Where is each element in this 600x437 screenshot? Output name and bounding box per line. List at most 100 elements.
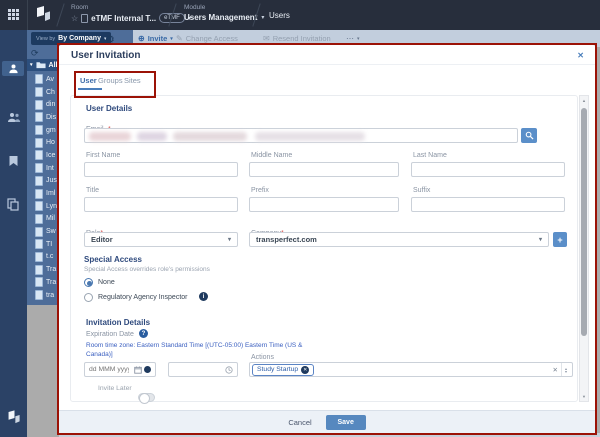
- copy-pages-icon[interactable]: [7, 198, 19, 211]
- file-icon: [35, 201, 43, 211]
- file-icon: [35, 163, 43, 173]
- company-dropdown[interactable]: transperfect.com ▾: [249, 232, 549, 247]
- file-icon: [35, 227, 43, 237]
- middle-name-label: Middle Name: [251, 152, 292, 159]
- tree-item-label: Ch: [46, 89, 55, 96]
- scroll-down-icon[interactable]: ▼: [580, 394, 588, 399]
- expiration-date-label: Expiration Date: [86, 331, 134, 338]
- scroll-spinner[interactable]: ▴ ▾: [561, 363, 570, 376]
- suffix-label: Suffix: [413, 187, 430, 194]
- spinner-down-icon[interactable]: ▾: [565, 370, 567, 373]
- apps-grid-icon[interactable]: [8, 9, 11, 12]
- more-actions-button[interactable]: ⋯ ▾: [346, 34, 360, 43]
- last-name-field[interactable]: [411, 162, 565, 177]
- chevron-down-icon[interactable]: ▾: [261, 14, 264, 21]
- actions-label: Actions: [251, 354, 274, 361]
- bookmark-icon[interactable]: [8, 155, 19, 167]
- remove-tag-icon[interactable]: ✕: [301, 366, 309, 374]
- cancel-button[interactable]: Cancel: [288, 418, 311, 427]
- invite-label: Invite: [148, 34, 168, 43]
- modal-title-divider: [59, 64, 595, 65]
- file-icon: [35, 150, 43, 160]
- scroll-up-icon[interactable]: ▲: [580, 98, 588, 103]
- tree-item-label: gm: [46, 127, 56, 134]
- actions-multiselect[interactable]: Study Startup ✕ ✕ ▴ ▾: [249, 362, 573, 377]
- expiration-date-field[interactable]: [84, 362, 156, 377]
- module-name[interactable]: Users Management: [184, 13, 257, 22]
- pencil-icon: ✎: [176, 34, 183, 43]
- document-icon: [81, 14, 88, 23]
- add-company-button[interactable]: +: [553, 232, 567, 247]
- users-rail-item[interactable]: [2, 61, 24, 76]
- tree-item-label: TI: [46, 241, 52, 248]
- modal-scrollbar[interactable]: ▲ ▼: [579, 95, 589, 402]
- save-button[interactable]: Save: [326, 415, 366, 430]
- groups-icon[interactable]: [7, 112, 21, 123]
- file-icon: [35, 252, 43, 262]
- role-dropdown[interactable]: Editor ▾: [84, 232, 238, 247]
- top-header: Room ☆ eTMF Internal T... eTMF ▾ Module …: [0, 0, 600, 30]
- calendar-icon[interactable]: [134, 366, 142, 374]
- invite-later-toggle[interactable]: [138, 393, 155, 402]
- view-by-dropdown[interactable]: View by By Company ▾: [31, 32, 111, 45]
- expiration-time-field[interactable]: [168, 362, 238, 377]
- company-value: transperfect.com: [256, 235, 317, 244]
- info-icon[interactable]: i: [199, 292, 208, 301]
- app-logo: [34, 4, 54, 26]
- tab-sites[interactable]: Sites: [124, 76, 141, 85]
- chevron-down-icon: ▾: [539, 236, 542, 243]
- email-field[interactable]: [84, 128, 518, 143]
- change-access-label: Change Access: [186, 34, 238, 43]
- tree-item-label: tra: [46, 292, 54, 299]
- date-input[interactable]: [89, 366, 129, 373]
- user-invitation-modal: User Invitation ✕ User Groups Sites User…: [59, 45, 595, 433]
- room-label: Room: [71, 4, 88, 11]
- redacted-text: [255, 132, 365, 141]
- tab-user[interactable]: User: [80, 76, 97, 85]
- prefix-field[interactable]: [249, 197, 399, 212]
- last-name-label: Last Name: [413, 152, 447, 159]
- view-by-label: View by: [36, 36, 55, 42]
- close-icon[interactable]: ✕: [577, 51, 584, 60]
- radio-inspector[interactable]: [84, 293, 93, 302]
- tree-item-label: Dis: [46, 114, 56, 121]
- first-name-label: First Name: [86, 152, 120, 159]
- room-name[interactable]: eTMF Internal T...: [91, 14, 156, 23]
- tree-item-label: Jus: [46, 177, 57, 184]
- tree-item-label: Lyn: [46, 203, 57, 210]
- date-now-icon[interactable]: [144, 366, 151, 373]
- refresh-icon[interactable]: ⟳: [31, 48, 39, 59]
- tab-groups[interactable]: Groups: [98, 76, 123, 85]
- invite-button[interactable]: ⊕ Invite ▾: [138, 34, 173, 43]
- first-name-field[interactable]: [84, 162, 238, 177]
- tree-root-label: All: [49, 62, 58, 69]
- middle-name-field[interactable]: [249, 162, 399, 177]
- file-icon: [35, 265, 43, 275]
- clear-icon[interactable]: ✕: [553, 366, 558, 374]
- file-icon: [35, 138, 43, 148]
- special-access-heading: Special Access: [84, 255, 142, 264]
- help-icon[interactable]: ?: [139, 329, 148, 338]
- title-field[interactable]: [84, 197, 238, 212]
- redacted-text: [173, 132, 247, 141]
- view-by-value: By Company: [58, 35, 101, 42]
- scrollbar-thumb[interactable]: [581, 108, 587, 336]
- tree-item-label: Mil: [46, 215, 55, 222]
- clock-icon[interactable]: [225, 366, 233, 374]
- person-icon: [8, 63, 19, 74]
- suffix-field[interactable]: [411, 197, 565, 212]
- action-tag: Study Startup ✕: [252, 364, 314, 376]
- module-label: Module: [184, 4, 205, 11]
- chevron-down-icon: ▾: [170, 36, 173, 42]
- tab-user-underline: [78, 88, 102, 90]
- modal-scroll-content: User Details Email * First Name Middle N…: [70, 95, 578, 402]
- email-search-button[interactable]: [521, 128, 537, 143]
- module-selector[interactable]: Users Management ▾: [184, 13, 264, 22]
- change-access-button[interactable]: ✎ Change Access: [176, 34, 238, 43]
- title-label: Title: [86, 187, 99, 194]
- tree-expand-icon[interactable]: ▾: [30, 62, 33, 68]
- folder-icon: [36, 61, 46, 69]
- radio-none[interactable]: [84, 278, 93, 287]
- star-icon[interactable]: ☆: [71, 14, 78, 23]
- resend-invitation-button[interactable]: ✉ Resend Invitation: [263, 34, 331, 43]
